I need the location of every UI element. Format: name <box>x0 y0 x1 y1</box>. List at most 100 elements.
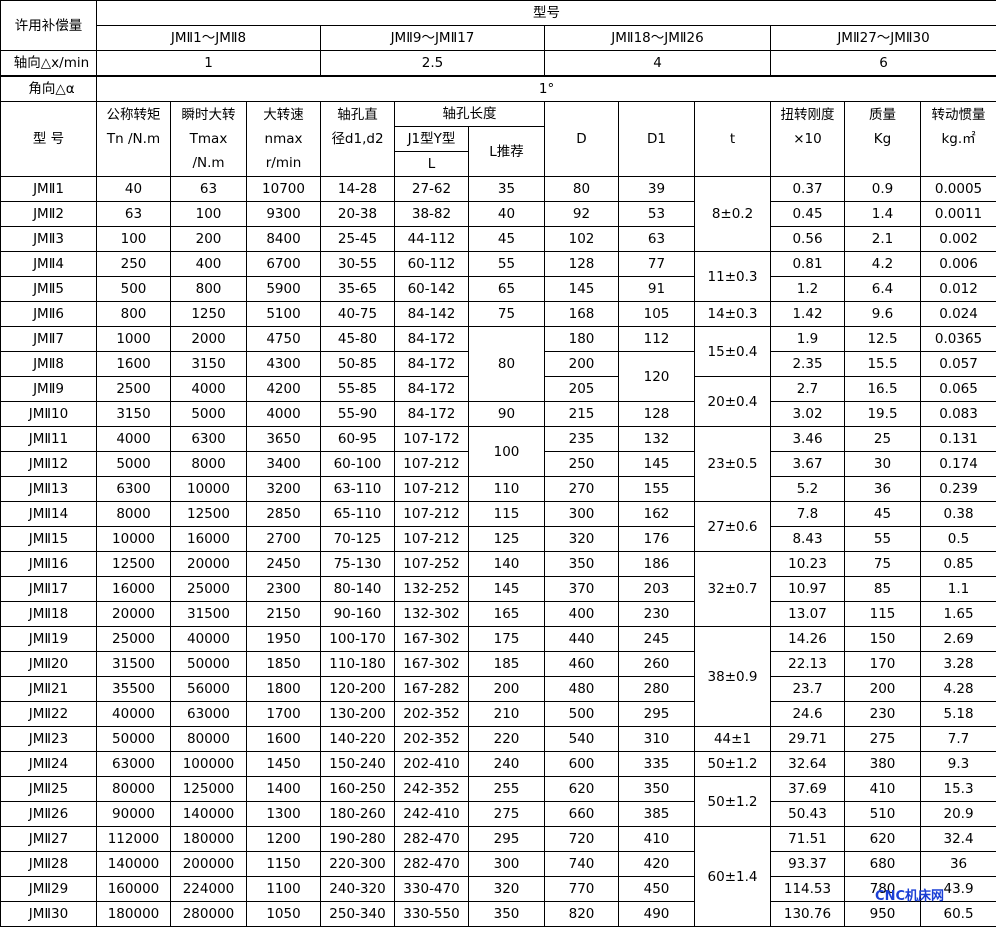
cell-hub-diameter: 155 <box>619 477 695 502</box>
cell-clearance: 60±1.4 <box>695 827 771 927</box>
cell-hub-diameter: 176 <box>619 527 695 552</box>
coupling-spec-table: 许用补偿量 型号 JMⅡ1～JMⅡ8 JMⅡ9～JMⅡ17 JMⅡ18～JMⅡ2… <box>0 0 996 927</box>
axial-label: 轴向△x/min <box>1 51 97 77</box>
col-j1: J1型Y型 <box>395 127 469 152</box>
cell-bore-diameter: 45-80 <box>321 327 395 352</box>
cell-clearance: 50±1.2 <box>695 777 771 827</box>
table-row: JMⅡ1140006300365060-95107-17210023513223… <box>1 427 996 452</box>
cell-mass: 230 <box>845 702 921 727</box>
cell-max-speed: 4200 <box>247 377 321 402</box>
cell-mass: 200 <box>845 677 921 702</box>
cell-inertia: 1.1 <box>921 577 996 602</box>
cell-torsional-stiffness: 3.67 <box>771 452 845 477</box>
cell-model: JMⅡ9 <box>1 377 97 402</box>
cell-mass: 2.1 <box>845 227 921 252</box>
cell-inertia: 0.174 <box>921 452 996 477</box>
cell-max-speed: 1700 <box>247 702 321 727</box>
cell-hub-diameter: 385 <box>619 802 695 827</box>
cell-hub-diameter: 280 <box>619 677 695 702</box>
cell-rated-torque: 31500 <box>97 652 171 677</box>
cell-rated-torque: 2500 <box>97 377 171 402</box>
col-nmax-line2: nmax <box>247 127 320 151</box>
cell-peak-torque: 180000 <box>171 827 247 852</box>
cell-outer-diameter: 102 <box>545 227 619 252</box>
cell-hub-diameter: 310 <box>619 727 695 752</box>
cell-rated-torque: 140000 <box>97 852 171 877</box>
cell-inertia: 0.002 <box>921 227 996 252</box>
cell-max-speed: 8400 <box>247 227 321 252</box>
cell-bore-length: 84-172 <box>395 352 469 377</box>
cell-bore-length: 202-352 <box>395 727 469 752</box>
cell-bore-diameter: 55-85 <box>321 377 395 402</box>
cell-recommended-length: 255 <box>469 777 545 802</box>
cell-rated-torque: 35500 <box>97 677 171 702</box>
cell-mass: 19.5 <box>845 402 921 427</box>
cell-bore-diameter: 60-95 <box>321 427 395 452</box>
cell-hub-diameter: 295 <box>619 702 695 727</box>
cell-rated-torque: 10000 <box>97 527 171 552</box>
cell-mass: 1.4 <box>845 202 921 227</box>
cell-outer-diameter: 320 <box>545 527 619 552</box>
col-nmax-line3: r/min <box>247 151 320 175</box>
cell-outer-diameter: 145 <box>545 277 619 302</box>
cell-peak-torque: 56000 <box>171 677 247 702</box>
cell-torsional-stiffness: 130.76 <box>771 902 845 927</box>
cell-max-speed: 5100 <box>247 302 321 327</box>
cell-mass: 9.6 <box>845 302 921 327</box>
cell-peak-torque: 50000 <box>171 652 247 677</box>
cell-torsional-stiffness: 23.7 <box>771 677 845 702</box>
cell-torsional-stiffness: 2.7 <box>771 377 845 402</box>
col-bore-line2: 径d1,d2 <box>321 127 394 151</box>
cell-peak-torque: 3150 <box>171 352 247 377</box>
cell-peak-torque: 200 <box>171 227 247 252</box>
cell-peak-torque: 63000 <box>171 702 247 727</box>
cell-recommended-length: 185 <box>469 652 545 677</box>
cell-hub-diameter: 77 <box>619 252 695 277</box>
axial-value-3: 4 <box>545 51 771 77</box>
cell-bore-diameter: 150-240 <box>321 752 395 777</box>
cell-bore-length: 84-172 <box>395 402 469 427</box>
cell-clearance: 14±0.3 <box>695 302 771 327</box>
cell-rated-torque: 12500 <box>97 552 171 577</box>
cell-model: JMⅡ22 <box>1 702 97 727</box>
cell-outer-diameter: 128 <box>545 252 619 277</box>
cell-clearance: 15±0.4 <box>695 327 771 377</box>
cell-recommended-length: 295 <box>469 827 545 852</box>
cell-bore-diameter: 70-125 <box>321 527 395 552</box>
cell-rated-torque: 90000 <box>97 802 171 827</box>
cell-bore-diameter: 80-140 <box>321 577 395 602</box>
cell-outer-diameter: 480 <box>545 677 619 702</box>
table-row: JMⅡ1925000400001950100-170167-3021754402… <box>1 627 996 652</box>
col-inertia-line1: 转动惯量 <box>921 103 996 127</box>
cell-recommended-length: 80 <box>469 327 545 402</box>
cell-max-speed: 1200 <box>247 827 321 852</box>
cell-recommended-length: 300 <box>469 852 545 877</box>
cell-bore-length: 84-172 <box>395 327 469 352</box>
cell-rated-torque: 100 <box>97 227 171 252</box>
cell-hub-diameter: 186 <box>619 552 695 577</box>
cell-outer-diameter: 215 <box>545 402 619 427</box>
axial-value-1: 1 <box>97 51 321 77</box>
cell-model: JMⅡ14 <box>1 502 97 527</box>
cell-peak-torque: 280000 <box>171 902 247 927</box>
cell-bore-length: 84-172 <box>395 377 469 402</box>
col-stiff-line2: ×10 <box>771 127 844 151</box>
cell-torsional-stiffness: 93.37 <box>771 852 845 877</box>
cell-model: JMⅡ12 <box>1 452 97 477</box>
cell-inertia: 60.5 <box>921 902 996 927</box>
col-tmax-line1: 瞬时大转 <box>171 103 246 127</box>
cell-outer-diameter: 620 <box>545 777 619 802</box>
cell-clearance: 27±0.6 <box>695 502 771 552</box>
cell-bore-length: 132-252 <box>395 577 469 602</box>
cell-hub-diameter: 203 <box>619 577 695 602</box>
cell-hub-diameter: 245 <box>619 627 695 652</box>
cell-torsional-stiffness: 22.13 <box>771 652 845 677</box>
cell-outer-diameter: 660 <box>545 802 619 827</box>
cell-clearance: 38±0.9 <box>695 627 771 727</box>
cell-bore-diameter: 25-45 <box>321 227 395 252</box>
cell-torsional-stiffness: 0.56 <box>771 227 845 252</box>
cell-recommended-length: 240 <box>469 752 545 777</box>
cell-outer-diameter: 92 <box>545 202 619 227</box>
watermark-text: CNC机床网 <box>875 885 944 904</box>
cell-bore-diameter: 60-100 <box>321 452 395 477</box>
